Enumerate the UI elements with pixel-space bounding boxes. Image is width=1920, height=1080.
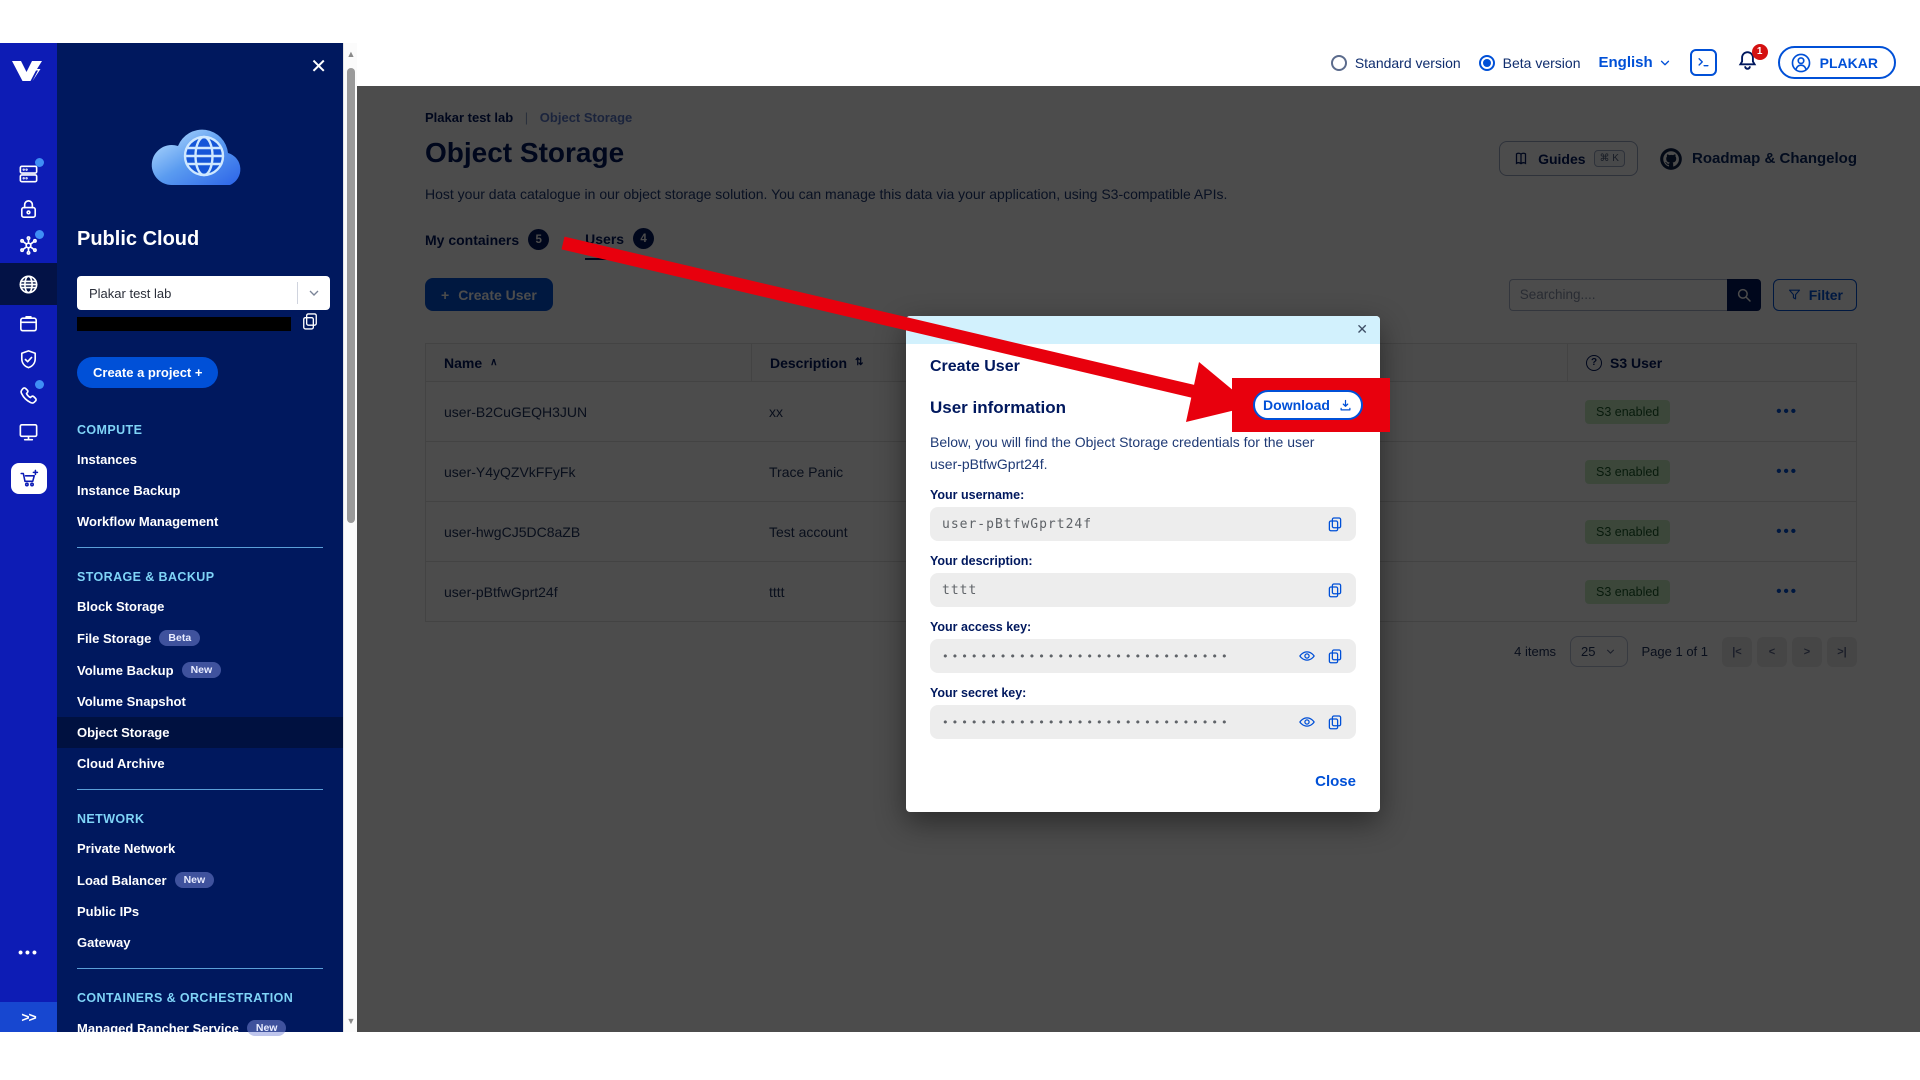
sidebar-product-title: Public Cloud	[77, 228, 199, 251]
section-compute: COMPUTE	[57, 411, 343, 444]
support-phone-icon[interactable]	[0, 377, 57, 413]
copy-username-icon[interactable]	[1326, 515, 1344, 533]
description-value[interactable]: tttt	[942, 583, 1316, 598]
username-value[interactable]: user-pBtfwGprt24f	[942, 517, 1316, 532]
secret-key-value[interactable]: ••••••••••••••••••••••••••••••	[942, 716, 1288, 729]
username-label: Your username:	[930, 488, 1356, 502]
expand-sidebar-button[interactable]: >>	[0, 1002, 57, 1032]
ovhcloud-logo-icon[interactable]	[0, 57, 57, 85]
sidebar-item-object-storage[interactable]: Object Storage	[57, 717, 343, 748]
monitor-icon[interactable]	[0, 413, 57, 449]
sidebar-menu: COMPUTE Instances Instance Backup Workfl…	[57, 411, 343, 1044]
beta-version-radio[interactable]: Beta version	[1479, 55, 1581, 71]
divider	[77, 547, 323, 548]
modal-body-text: Below, you will find the Object Storage …	[930, 432, 1350, 475]
secret-key-label: Your secret key:	[930, 686, 1356, 700]
modal-header-strip: ✕	[906, 316, 1380, 344]
modal-close-button[interactable]: Close	[1315, 773, 1356, 790]
copy-secret-key-icon[interactable]	[1326, 713, 1344, 731]
download-icon	[1338, 398, 1353, 413]
show-secret-key-icon[interactable]	[1298, 713, 1316, 731]
project-selector[interactable]: Plakar test lab	[77, 276, 330, 310]
scrollbar-thumb[interactable]	[347, 68, 355, 523]
access-key-label: Your access key:	[930, 620, 1356, 634]
sidebar-item-file-storage[interactable]: File StorageBeta	[57, 622, 343, 654]
chevron-down-icon	[1658, 56, 1672, 70]
new-badge: New	[175, 872, 215, 888]
sidebar-item-instance-backup[interactable]: Instance Backup	[57, 475, 343, 506]
more-options-icon[interactable]: •••	[0, 944, 57, 960]
new-badge: New	[247, 1020, 287, 1036]
redacted-project-id	[77, 317, 291, 331]
create-project-button[interactable]: Create a project +	[77, 357, 218, 388]
access-key-value[interactable]: ••••••••••••••••••••••••••••••	[942, 650, 1288, 663]
secret-key-field: ••••••••••••••••••••••••••••••	[930, 705, 1356, 739]
section-network: NETWORK	[57, 800, 343, 833]
copy-access-key-icon[interactable]	[1326, 647, 1344, 665]
page: ••• >> ✕ Public Cloud Plakar test lab	[0, 0, 1920, 1080]
sidebar-item-cloud-archive[interactable]: Cloud Archive	[57, 748, 343, 779]
description-field: tttt	[930, 573, 1356, 607]
notifications-bell-icon[interactable]: 1	[1735, 48, 1760, 78]
modal-title: Create User	[930, 358, 1356, 376]
sidebar-item-load-balancer[interactable]: Load BalancerNew	[57, 864, 343, 896]
close-sidebar-icon[interactable]: ✕	[310, 57, 327, 77]
top-bar: Standard version Beta version English 1 …	[357, 0, 1920, 86]
sidebar-item-volume-backup[interactable]: Volume BackupNew	[57, 654, 343, 686]
sidebar-item-gateway[interactable]: Gateway	[57, 927, 343, 958]
hosted-private-cloud-icon[interactable]	[0, 191, 57, 227]
download-button[interactable]: Download	[1253, 390, 1363, 420]
section-storage-backup: STORAGE & BACKUP	[57, 558, 343, 591]
bare-metal-icon[interactable]	[0, 155, 57, 191]
notification-dot	[35, 158, 44, 167]
notification-dot	[35, 380, 44, 389]
container-icon[interactable]	[0, 305, 57, 341]
sidebar-item-instances[interactable]: Instances	[57, 444, 343, 475]
icon-rail: ••• >>	[0, 43, 57, 1032]
notification-dot	[35, 230, 44, 239]
sidebar-item-volume-snapshot[interactable]: Volume Snapshot	[57, 686, 343, 717]
sidebar-item-private-network[interactable]: Private Network	[57, 833, 343, 864]
public-cloud-icon[interactable]	[0, 263, 57, 305]
sidebar-item-managed-rancher[interactable]: Managed Rancher ServiceNew	[57, 1012, 343, 1044]
chevron-down-icon	[306, 285, 322, 301]
beta-badge: Beta	[159, 630, 200, 646]
scroll-down-arrow[interactable]: ▼	[344, 1016, 358, 1026]
public-cloud-illustration	[144, 109, 256, 198]
language-selector[interactable]: English	[1598, 54, 1671, 71]
description-label: Your description:	[930, 554, 1356, 568]
username-field: user-pBtfwGprt24f	[930, 507, 1356, 541]
show-access-key-icon[interactable]	[1298, 647, 1316, 665]
public-cloud-sidebar: ✕ Public Cloud Plakar test lab Create a …	[57, 43, 343, 1032]
create-user-modal: ✕ Download Create User User information …	[906, 316, 1380, 812]
divider	[77, 968, 323, 969]
project-selector-value: Plakar test lab	[77, 286, 297, 301]
user-icon	[1790, 52, 1812, 74]
divider	[77, 789, 323, 790]
standard-version-radio[interactable]: Standard version	[1331, 55, 1461, 71]
access-key-field: ••••••••••••••••••••••••••••••	[930, 639, 1356, 673]
network-hub-icon[interactable]	[0, 227, 57, 263]
sidebar-scrollbar[interactable]: ▲ ▼	[343, 43, 357, 1032]
sidebar-item-block-storage[interactable]: Block Storage	[57, 591, 343, 622]
new-badge: New	[182, 662, 222, 678]
close-icon[interactable]: ✕	[1356, 321, 1368, 338]
section-containers: CONTAINERS & ORCHESTRATION	[57, 979, 343, 1012]
copy-description-icon[interactable]	[1326, 581, 1344, 599]
cart-button[interactable]	[11, 463, 47, 494]
account-button[interactable]: PLAKAR	[1778, 46, 1896, 79]
security-shield-icon[interactable]	[0, 341, 57, 377]
sidebar-item-workflow-management[interactable]: Workflow Management	[57, 506, 343, 537]
terminal-icon[interactable]	[1690, 49, 1717, 76]
scroll-up-arrow[interactable]: ▲	[344, 49, 358, 59]
copy-project-id-icon[interactable]	[300, 311, 320, 336]
sidebar-item-public-ips[interactable]: Public IPs	[57, 896, 343, 927]
notification-count-badge: 1	[1752, 44, 1768, 60]
